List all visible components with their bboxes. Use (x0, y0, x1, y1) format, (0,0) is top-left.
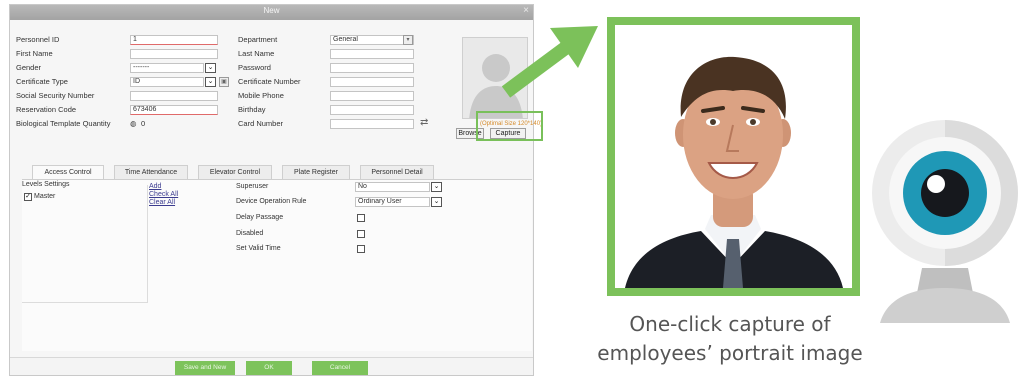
capture-highlight-box (476, 111, 543, 141)
set-valid-time-label: Set Valid Time (236, 245, 281, 252)
delay-passage-label: Delay Passage (236, 214, 284, 221)
master-level-label: Master (34, 193, 56, 200)
fingerprint-icon: ◍ (130, 119, 137, 128)
bio-template-label: Biological Template Quantity (16, 119, 111, 128)
tab-personnel-detail[interactable]: Personnel Detail (360, 165, 434, 179)
close-icon[interactable]: × (523, 5, 529, 16)
dialog-title: New (263, 6, 280, 15)
certificate-type-label: Certificate Type (16, 77, 68, 86)
caption-line-1: One-click capture of (629, 312, 831, 336)
disabled-label: Disabled (236, 230, 264, 237)
card-reader-icon[interactable]: ⇄ (420, 117, 428, 128)
check-all-link[interactable]: Check All (149, 191, 178, 198)
ssn-input[interactable] (130, 91, 218, 101)
ok-button[interactable]: OK (246, 361, 292, 375)
set-valid-time-checkbox[interactable] (357, 245, 365, 253)
master-level-checkbox[interactable]: ✓ (24, 193, 32, 201)
id-card-icon[interactable]: ▣ (219, 77, 229, 87)
last-name-input[interactable] (330, 49, 414, 59)
card-number-input[interactable] (330, 119, 414, 129)
bio-template-value: 0 (141, 119, 146, 128)
password-input[interactable] (330, 63, 414, 73)
reservation-code-input[interactable]: 673406 (130, 105, 218, 115)
device-operation-role-label: Device Operation Rule (236, 198, 307, 205)
tab-strip: Access Control Time Attendance Elevator … (22, 165, 452, 179)
password-label: Password (238, 63, 271, 72)
ssn-label: Social Security Number (16, 91, 95, 100)
department-label: Department (238, 35, 278, 44)
mobile-phone-label: Mobile Phone (238, 91, 284, 100)
employee-portrait-image (615, 25, 852, 288)
department-picker-icon[interactable]: ▾ (403, 35, 413, 45)
reservation-code-label: Reservation Code (16, 105, 77, 114)
superuser-select[interactable]: No (355, 182, 430, 192)
levels-list (22, 185, 148, 303)
certificate-type-dropdown-icon[interactable]: ⌄ (205, 77, 216, 87)
personnel-id-input[interactable]: 1 (130, 35, 218, 45)
birthday-input[interactable] (330, 105, 414, 115)
birthday-label: Birthday (238, 105, 266, 114)
mobile-phone-input[interactable] (330, 91, 414, 101)
webcam-icon (872, 120, 1018, 323)
superuser-label: Superuser (236, 183, 269, 190)
new-personnel-dialog: New × Personnel ID 1 First Name Gender -… (9, 4, 542, 376)
stage: New × Personnel ID 1 First Name Gender -… (0, 0, 1021, 379)
dialog-titlebar: New × (10, 5, 533, 20)
first-name-input[interactable] (130, 49, 218, 59)
save-and-new-button[interactable]: Save and New (175, 361, 235, 375)
add-level-link[interactable]: Add (149, 183, 161, 190)
gender-select[interactable]: ------- (130, 63, 204, 73)
gender-label: Gender (16, 63, 42, 72)
certificate-number-label: Certificate Number (238, 77, 301, 86)
tab-elevator-control[interactable]: Elevator Control (198, 165, 272, 179)
tab-access-control[interactable]: Access Control (32, 165, 104, 179)
device-operation-role-dropdown-icon[interactable]: ⌄ (431, 197, 442, 207)
card-number-label: Card Number (238, 119, 284, 128)
first-name-label: First Name (16, 49, 53, 58)
clear-all-link[interactable]: Clear All (149, 199, 175, 206)
device-operation-role-select[interactable]: Ordinary User (355, 197, 430, 207)
caption-line-2: employees’ portrait image (597, 341, 863, 365)
superuser-dropdown-icon[interactable]: ⌄ (431, 182, 442, 192)
tab-plate-register[interactable]: Plate Register (282, 165, 350, 179)
gender-dropdown-icon[interactable]: ⌄ (205, 63, 216, 73)
delay-passage-checkbox[interactable] (357, 214, 365, 222)
cancel-button[interactable]: Cancel (312, 361, 368, 375)
green-arrow-icon (501, 26, 598, 98)
tab-time-attendance[interactable]: Time Attendance (114, 165, 188, 179)
certificate-number-input[interactable] (330, 77, 414, 87)
portrait-frame (607, 17, 860, 296)
department-select[interactable]: General (330, 35, 414, 45)
levels-settings-label: Levels Settings (22, 181, 70, 188)
last-name-label: Last Name (238, 49, 275, 58)
certificate-type-select[interactable]: ID (130, 77, 204, 87)
disabled-checkbox[interactable] (357, 230, 365, 238)
personnel-id-label: Personnel ID (16, 35, 60, 44)
